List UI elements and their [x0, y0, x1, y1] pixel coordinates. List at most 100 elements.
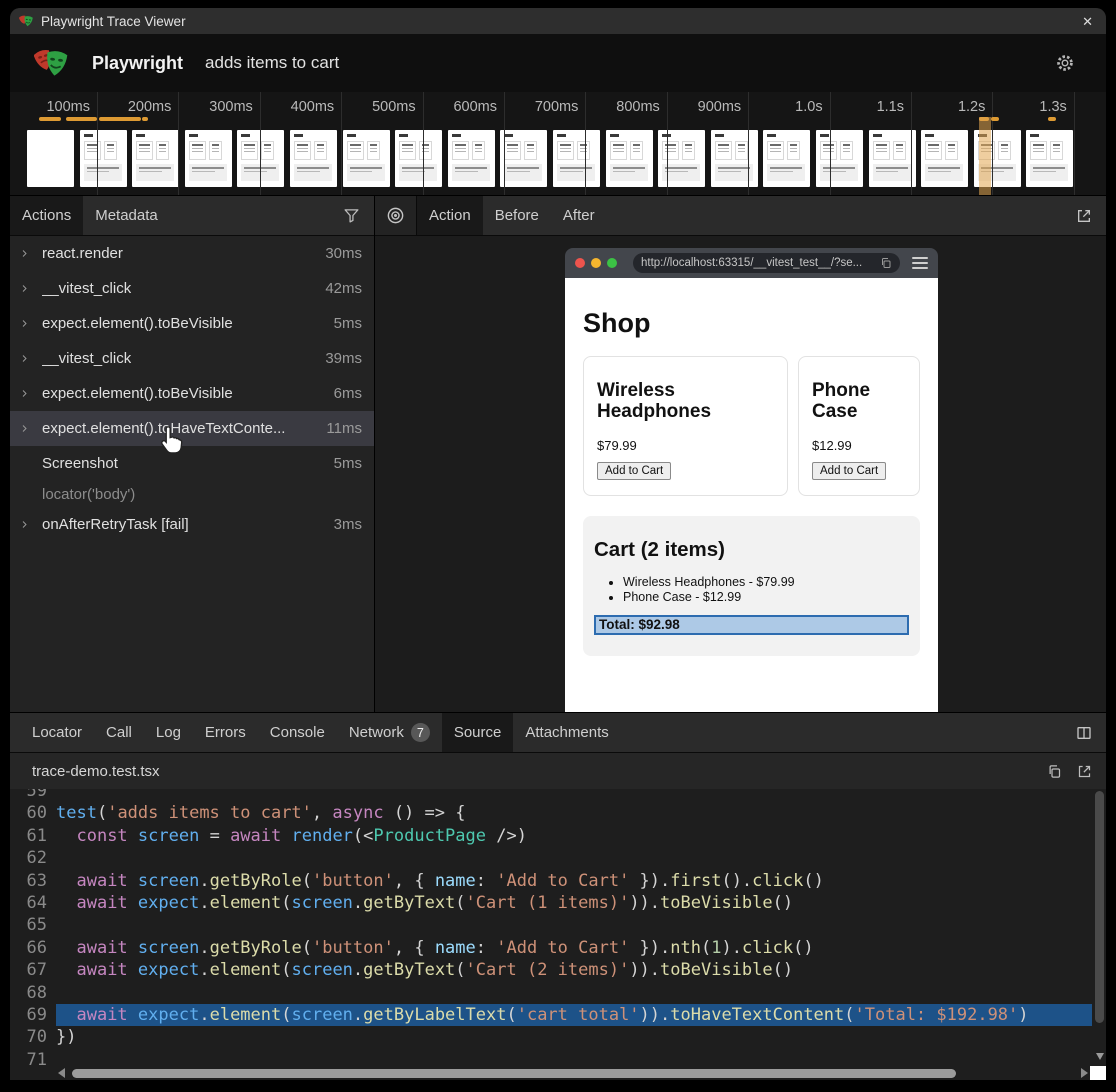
- funnel-icon[interactable]: [343, 207, 360, 224]
- thumb-mini-title: [767, 134, 776, 137]
- timeline-thumbnail[interactable]: [500, 130, 547, 187]
- thumb-mini-cart: [189, 164, 227, 181]
- action-row[interactable]: expect.element().toBeVisible5ms: [10, 306, 374, 341]
- add-to-cart-button[interactable]: Add to Cart: [597, 462, 671, 480]
- action-time-marker: [99, 117, 141, 121]
- token: (: [97, 803, 107, 823]
- tab-label: Action: [429, 207, 471, 224]
- timeline-thumbnail[interactable]: [921, 130, 968, 187]
- vertical-scrollbar[interactable]: [1092, 789, 1106, 1066]
- timeline-thumbnail[interactable]: [395, 130, 442, 187]
- action-row[interactable]: expect.element().toHaveTextConte...11ms: [10, 411, 374, 446]
- token: 1: [711, 938, 721, 958]
- action-row[interactable]: Screenshot5ms: [10, 446, 374, 481]
- token: toBeVisible: [660, 960, 773, 980]
- timeline[interactable]: 100ms200ms300ms400ms500ms600ms700ms800ms…: [10, 92, 1106, 196]
- scrollbar-thumb[interactable]: [72, 1069, 956, 1078]
- tab-locator[interactable]: Locator: [20, 713, 94, 752]
- window-title: Playwright Trace Viewer: [41, 14, 186, 29]
- scroll-left-icon[interactable]: [58, 1068, 65, 1078]
- tab-call[interactable]: Call: [94, 713, 144, 752]
- split-view-icon[interactable]: [1076, 725, 1092, 741]
- code-text: await screen.getByRole('button', { name:…: [56, 937, 1092, 959]
- copy-icon[interactable]: [880, 257, 892, 269]
- token: await: [76, 938, 127, 958]
- timeline-thumbnail[interactable]: [290, 130, 337, 187]
- scroll-down-icon[interactable]: [1096, 1053, 1104, 1060]
- tab-label: Network: [349, 724, 404, 741]
- browser-snapshot: http://localhost:63315/__vitest_test__/?…: [565, 248, 938, 712]
- timeline-thumbnail[interactable]: [80, 130, 127, 187]
- token: }).: [629, 871, 670, 891]
- tab-before[interactable]: Before: [483, 196, 551, 235]
- scroll-right-icon[interactable]: [1081, 1068, 1088, 1078]
- browser-chrome: http://localhost:63315/__vitest_test__/?…: [565, 248, 938, 278]
- timeline-thumbnail[interactable]: [343, 130, 390, 187]
- action-row[interactable]: __vitest_click42ms: [10, 271, 374, 306]
- actions-panel: ActionsMetadata react.render30ms__vitest…: [10, 196, 375, 712]
- timeline-thumbnail[interactable]: [132, 130, 179, 187]
- tab-errors[interactable]: Errors: [193, 713, 258, 752]
- tab-action[interactable]: Action: [417, 196, 483, 235]
- timeline-thumbnail[interactable]: [185, 130, 232, 187]
- add-to-cart-button[interactable]: Add to Cart: [812, 462, 886, 480]
- timeline-thumbnail[interactable]: [816, 130, 863, 187]
- thumb-mini-card: [504, 141, 521, 160]
- horizontal-scrollbar[interactable]: [10, 1066, 1092, 1080]
- timeline-thumbnail[interactable]: [1026, 130, 1073, 187]
- code-line: 68: [10, 982, 1092, 1004]
- tab-attachments[interactable]: Attachments: [513, 713, 620, 752]
- token: test: [56, 803, 97, 823]
- action-row[interactable]: onAfterRetryTask [fail]3ms: [10, 507, 374, 542]
- tab-log[interactable]: Log: [144, 713, 193, 752]
- snapshot-area: http://localhost:63315/__vitest_test__/?…: [375, 236, 1106, 712]
- thumb-mini-card: [873, 141, 890, 160]
- timeline-thumbnail[interactable]: [553, 130, 600, 187]
- timeline-thumbnail[interactable]: [658, 130, 705, 187]
- token: expect: [138, 960, 199, 980]
- token: (<: [353, 826, 373, 846]
- token: (): [773, 960, 793, 980]
- action-row[interactable]: expect.element().toBeVisible6ms: [10, 376, 374, 411]
- gear-icon[interactable]: [1054, 52, 1076, 74]
- token: =: [199, 826, 230, 846]
- thumb-mini-card: [557, 141, 574, 160]
- tab-actions[interactable]: Actions: [10, 196, 83, 235]
- thumb-mini-title: [557, 134, 566, 137]
- scrollbar-thumb[interactable]: [1095, 791, 1104, 1023]
- tab-network[interactable]: Network7: [337, 713, 442, 752]
- token: 'Cart (2 items)': [466, 960, 630, 980]
- tab-source[interactable]: Source: [442, 713, 514, 752]
- url-bar[interactable]: http://localhost:63315/__vitest_test__/?…: [633, 253, 900, 273]
- cart-title: Cart (2 items): [594, 538, 909, 562]
- bullseye-icon[interactable]: [375, 196, 417, 235]
- timeline-thumbnail[interactable]: [448, 130, 495, 187]
- external-link-icon[interactable]: [1077, 764, 1092, 779]
- timeline-thumbnail[interactable]: [763, 130, 810, 187]
- timeline-thumbnail[interactable]: [869, 130, 916, 187]
- product-price: $12.99: [812, 438, 906, 453]
- cart-item: Wireless Headphones - $79.99: [623, 575, 909, 590]
- code-line: 59: [10, 789, 1092, 802]
- action-row[interactable]: react.render30ms: [10, 236, 374, 271]
- tab-after[interactable]: After: [551, 196, 607, 235]
- close-icon[interactable]: ✕: [1082, 15, 1093, 28]
- timeline-thumbnail[interactable]: [237, 130, 284, 187]
- thumb-mini-card: [241, 141, 258, 160]
- timeline-thumbnail[interactable]: [711, 130, 758, 187]
- thumb-mini-cart: [715, 164, 753, 181]
- hamburger-icon[interactable]: [912, 257, 928, 269]
- tab-console[interactable]: Console: [258, 713, 337, 752]
- line-number: 61: [10, 825, 56, 847]
- thumb-mini-card: [314, 141, 327, 160]
- action-row[interactable]: __vitest_click39ms: [10, 341, 374, 376]
- tab-metadata[interactable]: Metadata: [83, 196, 170, 235]
- timeline-gridline: [1074, 92, 1075, 195]
- token: .: [353, 960, 363, 980]
- timeline-thumbnail[interactable]: [27, 130, 74, 187]
- timeline-thumbnail[interactable]: [606, 130, 653, 187]
- action-duration: 5ms: [334, 315, 374, 332]
- external-link-icon[interactable]: [1076, 208, 1092, 224]
- thumb-mini-title: [399, 134, 408, 137]
- copy-icon[interactable]: [1047, 764, 1062, 779]
